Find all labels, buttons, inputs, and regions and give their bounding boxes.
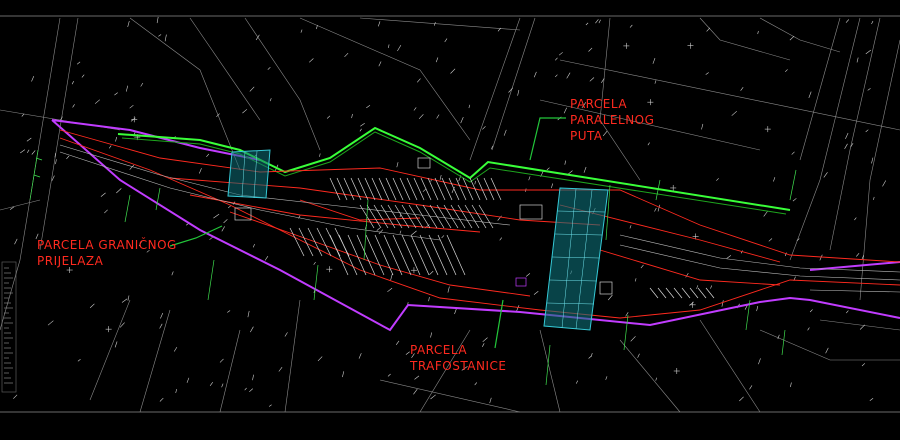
label-parallel-road-line1: PARCELA bbox=[570, 97, 627, 111]
label-substation-line1: PARCELA bbox=[410, 343, 467, 357]
label-parallel-road-line2: PARALELNOG bbox=[570, 113, 654, 127]
crossing-canopy bbox=[227, 149, 271, 199]
drawing-frame bbox=[0, 0, 900, 440]
label-crossing-line1: PARCELA GRANIČNOG bbox=[37, 237, 177, 252]
label-substation-line2: TRAFOSTANICE bbox=[409, 359, 506, 373]
cad-site-plan: PARCELA PARALELNOG PUTA PARCELA GRANIČNO… bbox=[0, 0, 900, 440]
label-crossing-line2: PRIJELAZA bbox=[37, 254, 104, 268]
label-parallel-road-line3: PUTA bbox=[570, 129, 603, 143]
